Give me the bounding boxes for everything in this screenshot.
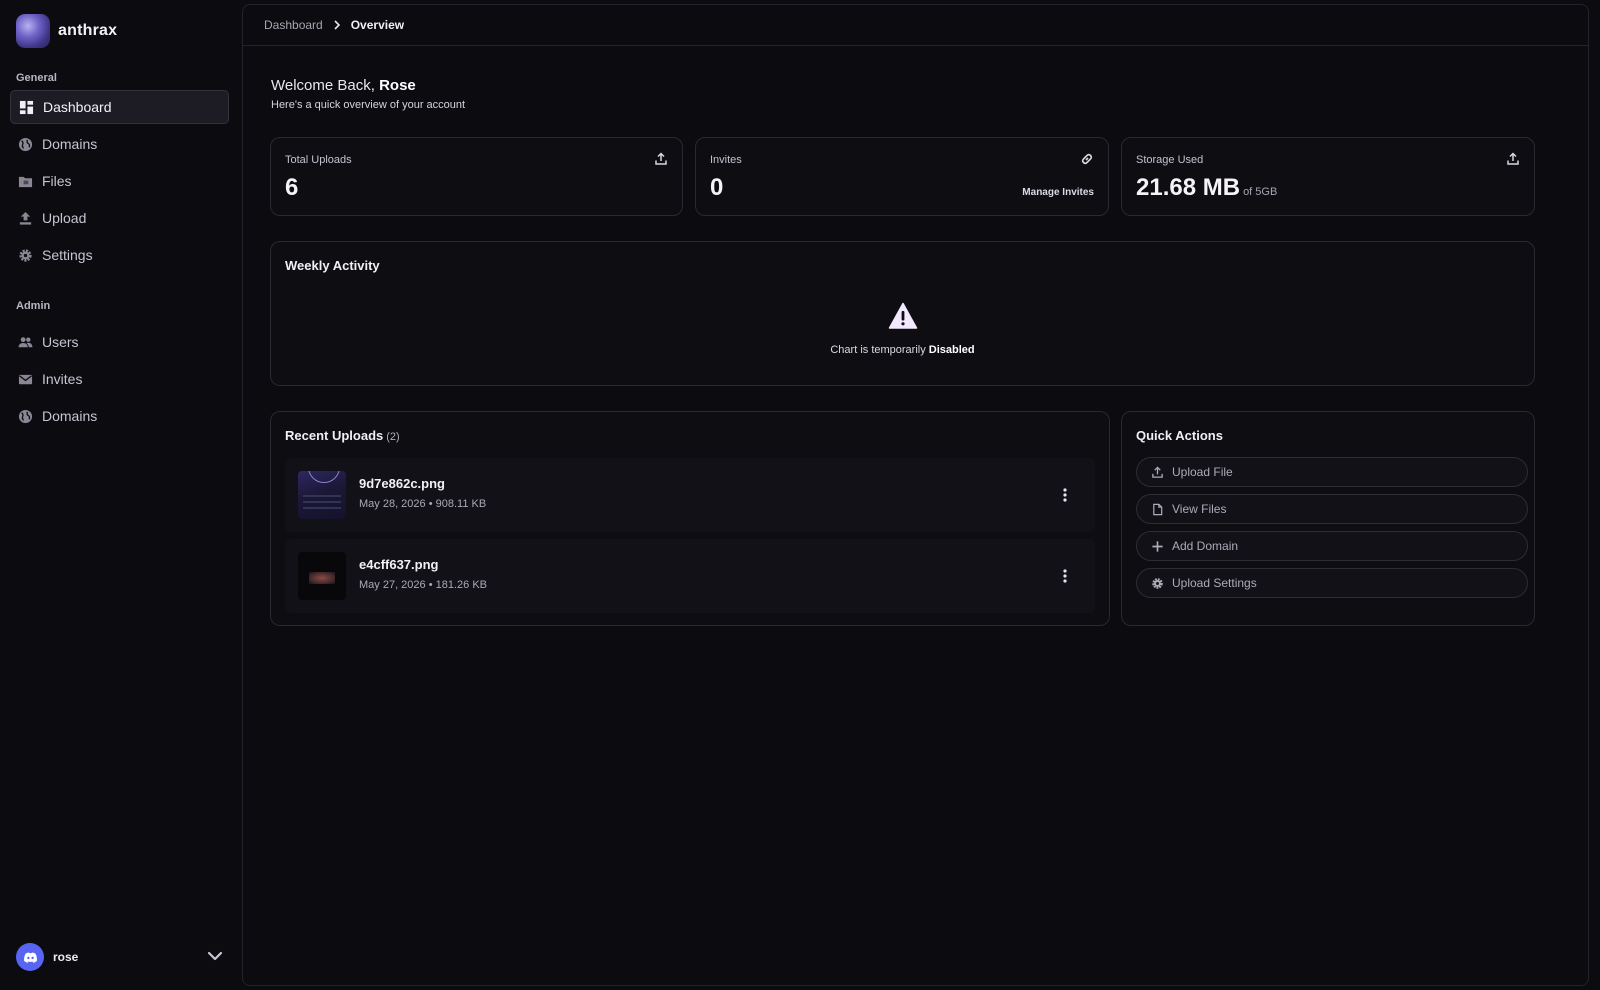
file-icon — [1153, 503, 1163, 515]
breadcrumb-dashboard[interactable]: Dashboard — [264, 18, 323, 32]
plus-icon — [1152, 540, 1163, 552]
avatar — [16, 943, 44, 971]
welcome-header: Welcome Back, Rose Here's a quick overvi… — [271, 77, 465, 111]
stat-label: Invites — [710, 154, 742, 166]
recent-uploads-title: Recent Uploads (2) — [285, 428, 400, 443]
chart-disabled-prefix: Chart is temporarily — [830, 344, 929, 356]
sidebar-item-label: Invites — [42, 371, 83, 387]
nav-section-admin: Admin — [16, 300, 51, 312]
sidebar-item-dashboard[interactable]: Dashboard — [10, 90, 229, 124]
sidebar-item-label: Dashboard — [43, 99, 112, 115]
brand[interactable]: anthrax — [16, 14, 117, 48]
gear-icon — [1152, 577, 1163, 589]
storage-limit: of 5GB — [1243, 186, 1278, 198]
chart-disabled-emphasis: Disabled — [928, 344, 975, 356]
recent-uploads-card: Recent Uploads (2) 9d7e862c.png May 28, 2… — [270, 411, 1110, 626]
brand-name: anthrax — [58, 22, 118, 39]
more-options-icon[interactable] — [1057, 486, 1073, 504]
breadcrumb: Dashboard Overview — [243, 5, 1588, 46]
globe-icon — [17, 408, 33, 424]
globe-icon — [17, 136, 33, 152]
sidebar-item-files[interactable]: Files — [10, 164, 229, 198]
quick-action-label: Upload File — [1172, 465, 1233, 479]
upload-icon — [1507, 152, 1519, 165]
stat-value-storage: 21.68 MB of 5GB — [1136, 174, 1277, 202]
welcome-user-name: Rose — [379, 77, 416, 94]
welcome-prefix: Welcome Back, — [271, 77, 380, 94]
user-menu[interactable]: rose — [16, 942, 224, 972]
chart-disabled-notice: Chart is temporarily Disabled — [271, 302, 1534, 356]
file-thumbnail — [298, 471, 346, 519]
quick-action-label: View Files — [1172, 502, 1227, 516]
sidebar-item-settings[interactable]: Settings — [10, 238, 229, 272]
upload-settings-button[interactable]: Upload Settings — [1136, 568, 1528, 598]
quick-actions-title: Quick Actions — [1136, 428, 1223, 443]
breadcrumb-overview: Overview — [350, 18, 405, 32]
sidebar-item-label: Upload — [42, 210, 87, 226]
file-meta: May 28, 2026 • 908.11 KB — [359, 498, 487, 510]
file-meta: May 27, 2026 • 181.26 KB — [359, 579, 487, 591]
sidebar-item-admin-domains[interactable]: Domains — [10, 399, 229, 433]
quick-actions-card: Quick Actions Upload File View Files Add… — [1121, 411, 1535, 626]
discord-icon — [23, 952, 37, 963]
nav-section-general: General — [16, 72, 57, 84]
stat-value: 0 — [710, 174, 724, 201]
sidebar-item-users[interactable]: Users — [10, 325, 229, 359]
chevron-down-icon[interactable] — [206, 947, 224, 965]
users-icon — [17, 334, 33, 350]
app-root: anthrax General Dashboard Domains Files — [0, 0, 1600, 990]
add-domain-button[interactable]: Add Domain — [1136, 531, 1528, 561]
sidebar: anthrax General Dashboard Domains Files — [0, 0, 242, 990]
sidebar-item-label: Users — [42, 334, 79, 350]
stat-card-uploads: Total Uploads 6 — [270, 137, 683, 216]
dashboard-icon — [18, 99, 34, 115]
file-thumbnail — [298, 552, 346, 600]
weekly-activity-title: Weekly Activity — [285, 258, 380, 273]
quick-action-label: Upload Settings — [1172, 576, 1257, 590]
chevron-right-icon — [334, 20, 340, 30]
sidebar-item-upload[interactable]: Upload — [10, 201, 229, 235]
upload-row[interactable]: 9d7e862c.png May 28, 2026 • 908.11 KB — [285, 458, 1095, 532]
brand-logo — [16, 14, 50, 48]
more-options-icon[interactable] — [1057, 567, 1073, 585]
upload-icon — [1152, 465, 1163, 478]
sidebar-item-domains[interactable]: Domains — [10, 127, 229, 161]
view-files-button[interactable]: View Files — [1136, 494, 1528, 524]
mail-icon — [17, 371, 33, 387]
user-name: rose — [53, 950, 79, 964]
recent-uploads-label: Recent Uploads — [285, 428, 384, 443]
quick-action-label: Add Domain — [1172, 539, 1239, 553]
file-name: e4cff637.png — [359, 557, 439, 572]
file-name: 9d7e862c.png — [359, 476, 445, 491]
storage-amount: 21.68 MB — [1136, 174, 1241, 201]
sidebar-item-invites[interactable]: Invites — [10, 362, 229, 396]
upload-row[interactable]: e4cff637.png May 27, 2026 • 181.26 KB — [285, 539, 1095, 613]
folder-icon — [17, 173, 33, 189]
main-panel: Dashboard Overview Welcome Back, Rose He… — [242, 4, 1589, 986]
welcome-title: Welcome Back, Rose — [271, 77, 465, 94]
manage-invites-link[interactable]: Manage Invites — [1022, 187, 1094, 198]
link-icon — [1081, 153, 1093, 165]
recent-uploads-count: (2) — [386, 431, 400, 443]
stat-label: Storage Used — [1136, 154, 1204, 166]
warning-icon — [888, 302, 917, 329]
sidebar-item-label: Domains — [42, 408, 98, 424]
upload-icon — [655, 152, 667, 165]
upload-icon — [17, 210, 33, 226]
upload-file-button[interactable]: Upload File — [1136, 457, 1528, 487]
stat-label: Total Uploads — [285, 154, 352, 166]
sidebar-item-label: Domains — [42, 136, 98, 152]
sidebar-item-label: Settings — [42, 247, 93, 263]
stat-card-storage: Storage Used 21.68 MB of 5GB — [1121, 137, 1535, 216]
gear-icon — [17, 247, 33, 263]
welcome-subtitle: Here's a quick overview of your account — [271, 99, 466, 111]
chart-disabled-text: Chart is temporarily Disabled — [271, 344, 1534, 356]
stat-value: 6 — [285, 174, 299, 201]
stat-card-invites: Invites 0 Manage Invites — [695, 137, 1109, 216]
sidebar-item-label: Files — [42, 173, 72, 189]
weekly-activity-card: Weekly Activity Chart is temporarily Dis… — [270, 241, 1535, 386]
